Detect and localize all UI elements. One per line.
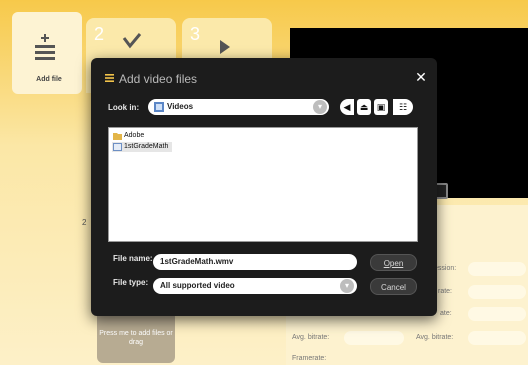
prop-field[interactable] <box>468 262 526 276</box>
up-folder-icon[interactable]: ⏏ <box>357 99 371 115</box>
file-list[interactable]: Adobe 1stGradeMath <box>108 127 418 242</box>
side-number: 2 <box>82 218 87 227</box>
add-file-label: Add file <box>36 76 62 83</box>
framerate-label: Framerate: <box>292 355 327 362</box>
file-type-select[interactable]: All supported video ▾ <box>153 278 357 294</box>
menu-icon <box>105 74 114 82</box>
view-menu-icon[interactable]: ☷ <box>393 99 413 115</box>
video-library-icon <box>154 102 164 112</box>
add-video-dialog: Add video files ✕ Look in: Videos ▾ ◀ ⏏ … <box>91 58 437 316</box>
avg-bitrate-field[interactable] <box>468 331 526 345</box>
prop-label: rate: <box>438 288 453 295</box>
step-number: 2 <box>94 24 105 44</box>
prop-label: ession: <box>434 265 457 272</box>
list-item[interactable]: 1stGradeMath <box>112 142 173 152</box>
prop-label: ate: <box>440 310 452 317</box>
look-in-value: Videos <box>167 102 194 111</box>
prop-field[interactable] <box>468 307 526 321</box>
look-in-select[interactable]: Videos ▾ <box>148 99 329 115</box>
file-name: 1stGradeMath <box>124 143 169 150</box>
cancel-button[interactable]: Cancel <box>370 278 417 295</box>
avg-bitrate-field[interactable] <box>344 331 404 345</box>
list-item[interactable]: Adobe <box>112 131 144 141</box>
play-icon <box>220 40 230 54</box>
look-in-label: Look in: <box>108 103 140 112</box>
file-type-value: All supported video <box>160 281 235 290</box>
file-type-label: File type: <box>113 278 149 287</box>
close-icon[interactable]: ✕ <box>414 70 428 84</box>
folder-icon <box>113 133 122 140</box>
chevron-down-icon[interactable]: ▾ <box>340 279 354 293</box>
back-icon[interactable]: ◀ <box>340 99 354 115</box>
file-name-label: File name: <box>113 254 153 263</box>
avg-bitrate-label: Avg. bitrate: <box>416 334 454 341</box>
check-icon <box>122 33 142 49</box>
drop-zone-text: Press me to add files or drag <box>99 330 173 346</box>
prop-field[interactable] <box>468 285 526 299</box>
video-file-icon <box>113 143 122 151</box>
open-button[interactable]: Open <box>370 254 417 271</box>
chevron-down-icon[interactable]: ▾ <box>313 100 327 114</box>
dialog-title: Add video files <box>119 72 198 86</box>
add-file-icon <box>35 34 55 60</box>
step-number: 3 <box>190 24 201 44</box>
file-name-input[interactable]: 1stGradeMath.wmv <box>153 254 357 270</box>
avg-bitrate-label: Avg. bitrate: <box>292 334 330 341</box>
add-file-panel[interactable]: Add file <box>12 12 82 94</box>
new-folder-icon[interactable]: ▣ <box>374 99 388 115</box>
file-name: Adobe <box>124 132 145 139</box>
open-button-label: Open <box>383 259 404 268</box>
